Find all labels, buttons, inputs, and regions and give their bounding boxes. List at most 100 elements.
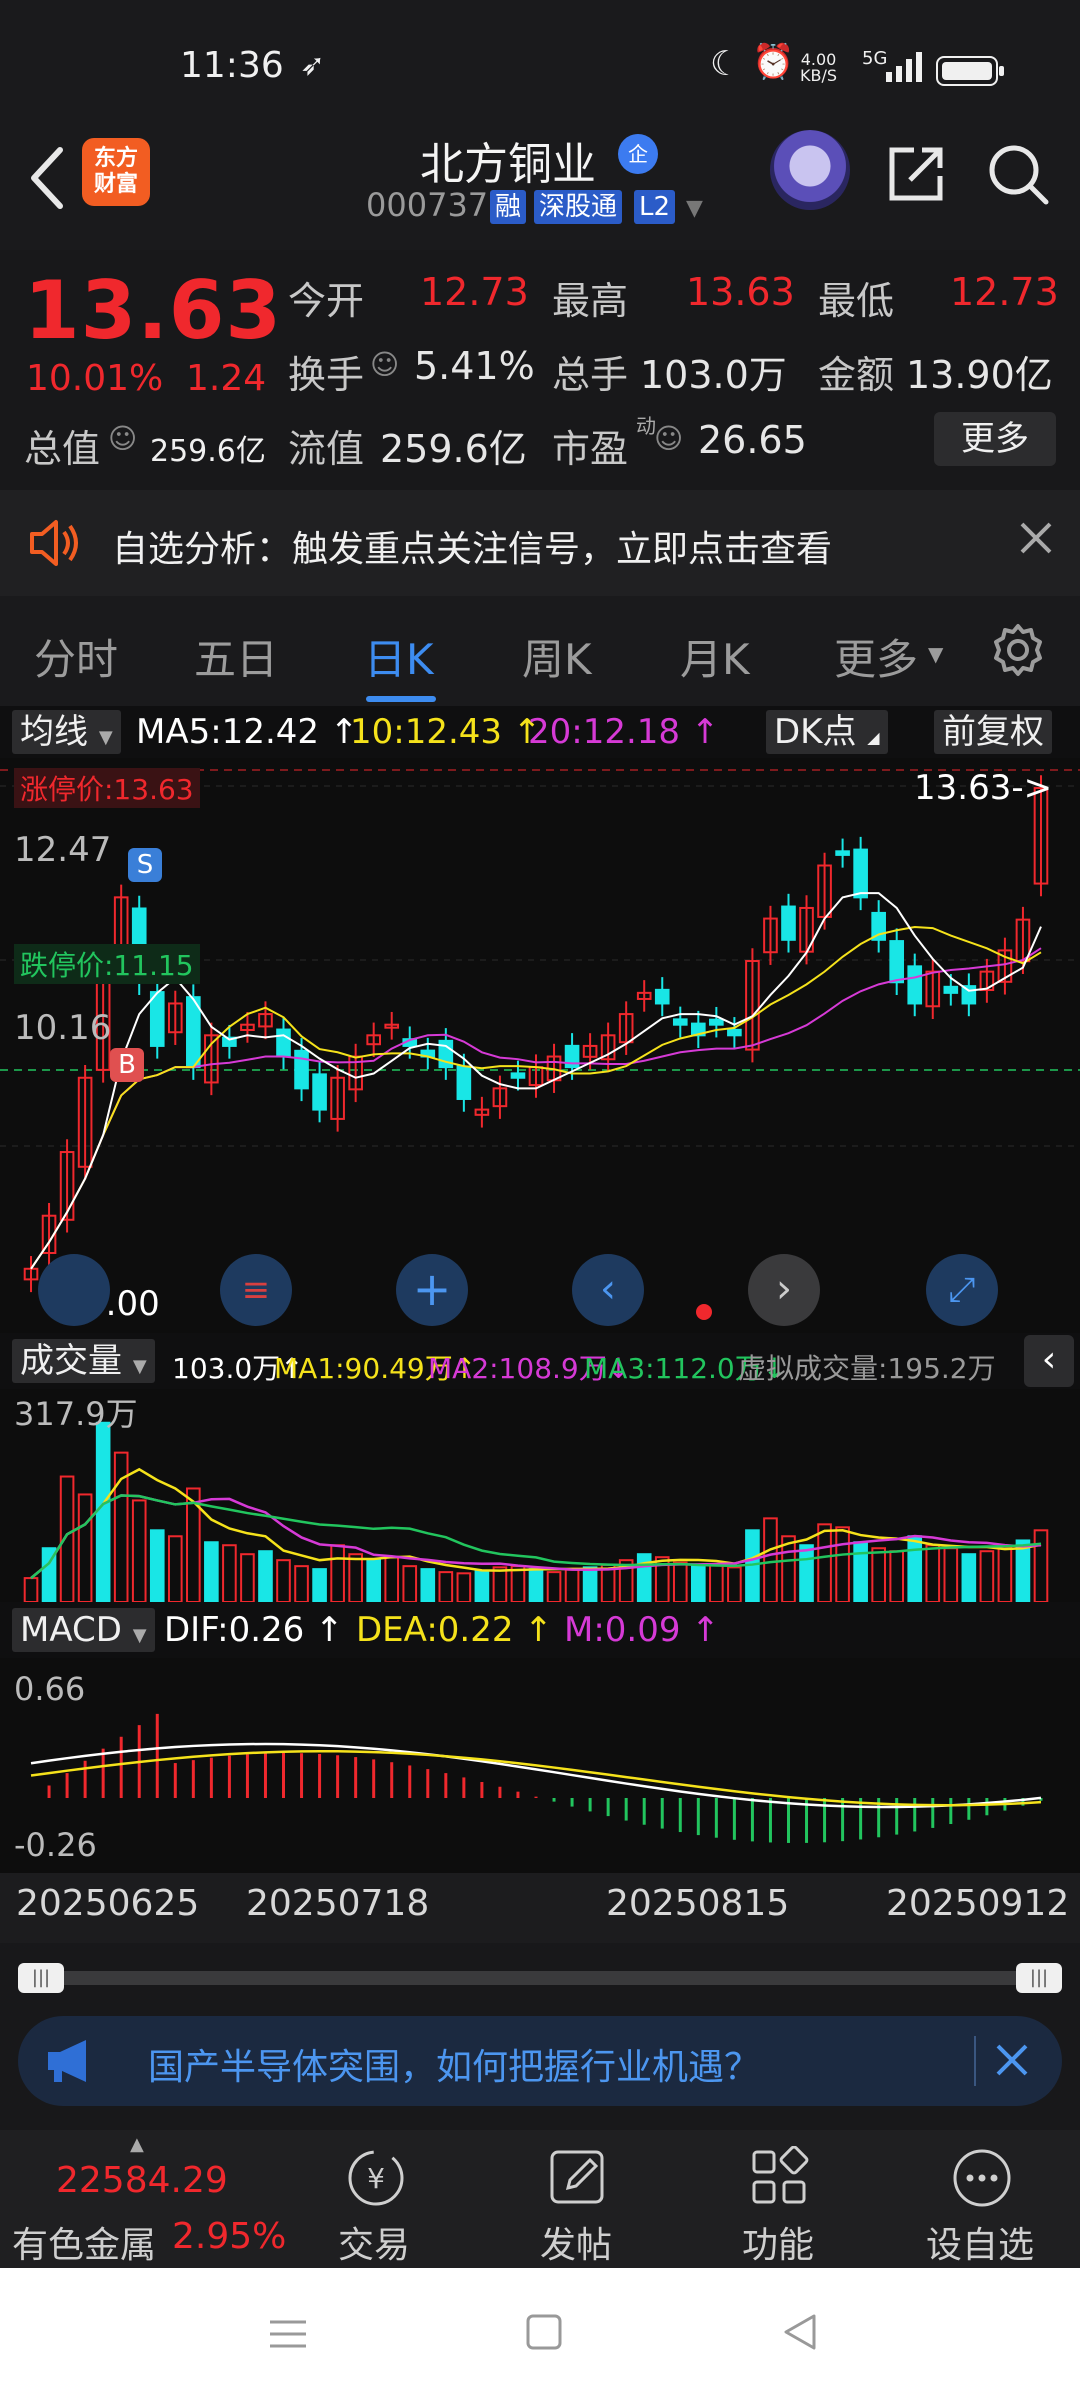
edit-icon (550, 2150, 604, 2204)
scroll-track[interactable] (40, 1971, 1040, 1985)
tag-margin: 融 (490, 190, 527, 224)
volume-label: 总手 (552, 353, 629, 397)
current-price: 13.63 (24, 264, 283, 357)
date-label: 20250625 (16, 1883, 200, 1924)
volume-bar (23, 1577, 39, 1604)
banner-text: 国产半导体突围，如何把握行业机遇？ (148, 2047, 761, 2088)
dk-point-button[interactable]: DK点 ◢ (766, 710, 888, 754)
enterprise-badge: 企 (618, 134, 658, 174)
prev-icon[interactable]: ‹ (572, 1254, 644, 1326)
collapse-panel-icon[interactable]: ‹ (1024, 1335, 1074, 1387)
kline-chart[interactable]: 12.47 10.16 涨停价:13.63 跌停价:11.15 13.63-> … (0, 758, 1080, 1333)
open-label: 今开 (288, 279, 365, 323)
tab-intraday[interactable]: 分时 (34, 626, 118, 687)
tab-five-day[interactable]: 五日 (194, 626, 278, 687)
turnover-value: 5.41% (414, 344, 535, 388)
ma20-line (30, 947, 1042, 1270)
change-amount: 1.24 (186, 358, 267, 399)
volume-bar (672, 1561, 688, 1604)
volume-bar (167, 1535, 183, 1603)
macd-indicator-label: MACD (20, 1610, 122, 1650)
volume-bar (1033, 1529, 1049, 1603)
limit-up-label: 涨停价:13.63 (14, 768, 200, 808)
info-icon[interactable]: ☺ (654, 422, 683, 455)
volume-bar (131, 1499, 147, 1603)
volume-bar (871, 1547, 886, 1603)
y-label-3: 10.16 (14, 1008, 112, 1048)
volume-bar (745, 1529, 760, 1603)
volume-bar (727, 1566, 742, 1604)
candle-body (835, 850, 850, 856)
info-icon[interactable]: ☺ (370, 348, 399, 381)
indicator-dropdown[interactable]: 均线 ▼ (12, 710, 121, 754)
volume-bar (276, 1559, 291, 1603)
index-change: 2.95% (172, 2216, 287, 2257)
candle-body (853, 848, 868, 899)
info-icon[interactable]: ☺ (108, 422, 137, 455)
tab-more[interactable]: 更多 (834, 626, 918, 687)
sector-index[interactable]: ▲ 22584.29 有色金属 2.95% (0, 2130, 290, 2268)
stock-code: 000737 (366, 186, 489, 224)
candle-body (709, 1018, 724, 1026)
nav-function[interactable]: 功能 (678, 2130, 878, 2268)
gear-icon[interactable] (990, 622, 1046, 678)
back-icon[interactable] (780, 2312, 820, 2352)
volume-y-max: 317.9万 (14, 1395, 138, 1433)
scroll-left-icon[interactable] (38, 1254, 110, 1326)
zoom-in-icon[interactable]: + (396, 1254, 468, 1326)
nav-trade[interactable]: ¥ 交易 (274, 2130, 474, 2268)
volume-bar (582, 1566, 598, 1604)
close-icon[interactable] (1016, 518, 1056, 558)
ma20-value: 20:12.18 ↑ (528, 712, 720, 752)
nav-add-watchlist[interactable]: 设自选 (880, 2130, 1080, 2268)
candle-body (510, 1072, 526, 1079)
nav-post[interactable]: 发帖 (476, 2130, 676, 2268)
bottom-nav: ▲ 22584.29 有色金属 2.95% ¥ 交易 发帖 功能 设自选 (0, 2130, 1080, 2268)
scroll-handle-left[interactable]: ||| (18, 1963, 64, 1993)
promo-banner[interactable]: 国产半导体突围，如何把握行业机遇？ (18, 2016, 1062, 2106)
tab-daily-k[interactable]: 日K (364, 626, 434, 687)
candle-body (907, 965, 923, 1005)
share-icon[interactable] (884, 142, 948, 206)
volume-bar (907, 1535, 923, 1603)
volume-bar (817, 1523, 832, 1603)
next-icon[interactable]: › (748, 1254, 820, 1326)
analysis-notice[interactable]: 自选分析：触发重点关注信号，立即点击查看 (0, 490, 1080, 596)
indicator-toggle-icon[interactable]: ≡ (220, 1254, 292, 1326)
candle-body (781, 905, 796, 941)
macd-svg (30, 1713, 1043, 1843)
macd-m: M:0.09 ↑ (564, 1610, 720, 1650)
sell-marker[interactable]: S (128, 848, 162, 882)
more-button[interactable]: 更多 (934, 412, 1056, 466)
volume-bar (925, 1544, 941, 1604)
macd-indicator-dropdown[interactable]: MACD ▼ (12, 1608, 155, 1652)
volume-indicator-dropdown[interactable]: 成交量 ▼ (12, 1339, 155, 1383)
quote-panel: 13.63 10.01% 1.24 今开 12.73 最高 13.63 最低 1… (0, 250, 1080, 490)
chevron-down-icon[interactable]: ▼ (686, 196, 703, 221)
close-icon[interactable] (992, 2040, 1032, 2080)
change-pct: 10.01% (26, 358, 164, 399)
home-icon[interactable] (524, 2312, 564, 2352)
candle-body (943, 985, 959, 994)
menu-icon[interactable] (268, 2314, 308, 2354)
tab-weekly-k[interactable]: 周K (522, 626, 592, 687)
nav-trade-label: 交易 (337, 2225, 410, 2266)
amount-value: 13.90亿 (906, 353, 1053, 397)
megaphone-icon (42, 2038, 102, 2084)
fullscreen-icon[interactable]: ⤢ (926, 1254, 998, 1326)
volume-bar (222, 1544, 237, 1604)
adjust-button[interactable]: 前复权 (934, 710, 1052, 754)
tab-monthly-k[interactable]: 月K (680, 626, 750, 687)
search-icon[interactable] (986, 142, 1050, 206)
volume-bar (366, 1559, 381, 1603)
buy-marker[interactable]: B (110, 1048, 144, 1082)
back-arrow-icon[interactable] (20, 140, 80, 210)
signal-icon: ➶ (300, 48, 326, 83)
ai-assistant-icon[interactable] (770, 130, 850, 210)
volume-bar (997, 1546, 1013, 1603)
volume-bar (763, 1517, 778, 1603)
scroll-handle-right[interactable]: ||| (1016, 1963, 1062, 1993)
volume-bar (691, 1565, 706, 1603)
macd-chart[interactable]: 0.66 -0.26 (0, 1658, 1080, 1873)
volume-chart[interactable]: 317.9万 (0, 1389, 1080, 1604)
